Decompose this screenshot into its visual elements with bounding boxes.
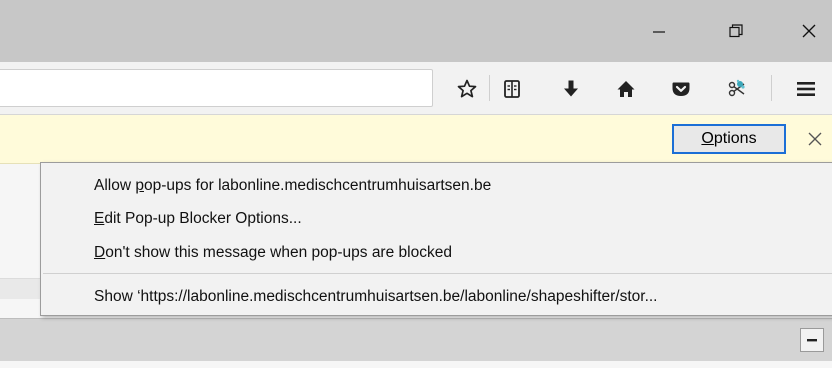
extension-icon (728, 79, 745, 97)
extension-button[interactable] (722, 74, 752, 104)
menu-item-accesskey: D (94, 244, 106, 261)
page-content-header (0, 318, 832, 361)
menu-item-accesskey: p (135, 177, 144, 194)
url-bar[interactable] (0, 69, 433, 107)
toolbar-separator (489, 75, 490, 101)
home-button[interactable] (611, 74, 641, 104)
toolbar-separator (771, 75, 772, 101)
bookmark-star-button[interactable] (452, 74, 482, 104)
menu-item-text: op-ups for labonline.medischcentrumhuisa… (143, 177, 492, 194)
home-icon (617, 81, 635, 97)
panel-minimize-button[interactable] (800, 328, 824, 352)
popup-blocked-notification-bar: Options (0, 115, 832, 164)
download-button[interactable] (556, 74, 586, 104)
menu-separator (43, 273, 832, 274)
restore-button[interactable] (713, 0, 759, 62)
menu-item-text: Allow (94, 177, 136, 194)
minimize-icon (653, 31, 665, 33)
reading-list-button[interactable] (497, 74, 527, 104)
restore-icon (729, 24, 743, 38)
minus-icon (807, 339, 817, 342)
popup-options-menu: Allow pop-ups for labonline.medischcentr… (40, 162, 832, 316)
menu-item-edit-blocker-options[interactable]: Edit Pop-up Blocker Options... (94, 210, 302, 228)
close-icon (808, 132, 822, 146)
hamburger-menu-icon (797, 82, 815, 96)
menu-item-text: Show ‘https://labonline.medischcentrumhu… (94, 288, 658, 305)
navigation-toolbar (0, 62, 832, 115)
options-button[interactable]: Options (672, 124, 786, 154)
options-accesskey: O (701, 130, 714, 147)
menu-item-dont-show-message[interactable]: Don't show this message when pop-ups are… (94, 244, 452, 262)
title-bar (0, 0, 832, 62)
reading-list-icon (504, 80, 520, 98)
minimize-button[interactable] (636, 0, 682, 62)
close-icon (802, 24, 816, 38)
notification-close-button[interactable] (800, 124, 830, 154)
menu-item-text: on't show this message when pop-ups are … (105, 244, 452, 261)
menu-item-allow-popups[interactable]: Allow pop-ups for labonline.medischcentr… (94, 177, 491, 195)
bookmark-star-icon (457, 79, 477, 98)
pocket-icon (672, 82, 690, 96)
options-label: ptions (713, 130, 757, 147)
open-menu-button[interactable] (791, 74, 821, 104)
download-icon (564, 80, 578, 97)
menu-item-accesskey: E (94, 210, 105, 227)
close-window-button[interactable] (786, 0, 832, 62)
menu-item-show-popup-url[interactable]: Show ‘https://labonline.medischcentrumhu… (94, 288, 658, 306)
menu-item-text: dit Pop-up Blocker Options... (104, 210, 302, 227)
pocket-button[interactable] (666, 74, 696, 104)
